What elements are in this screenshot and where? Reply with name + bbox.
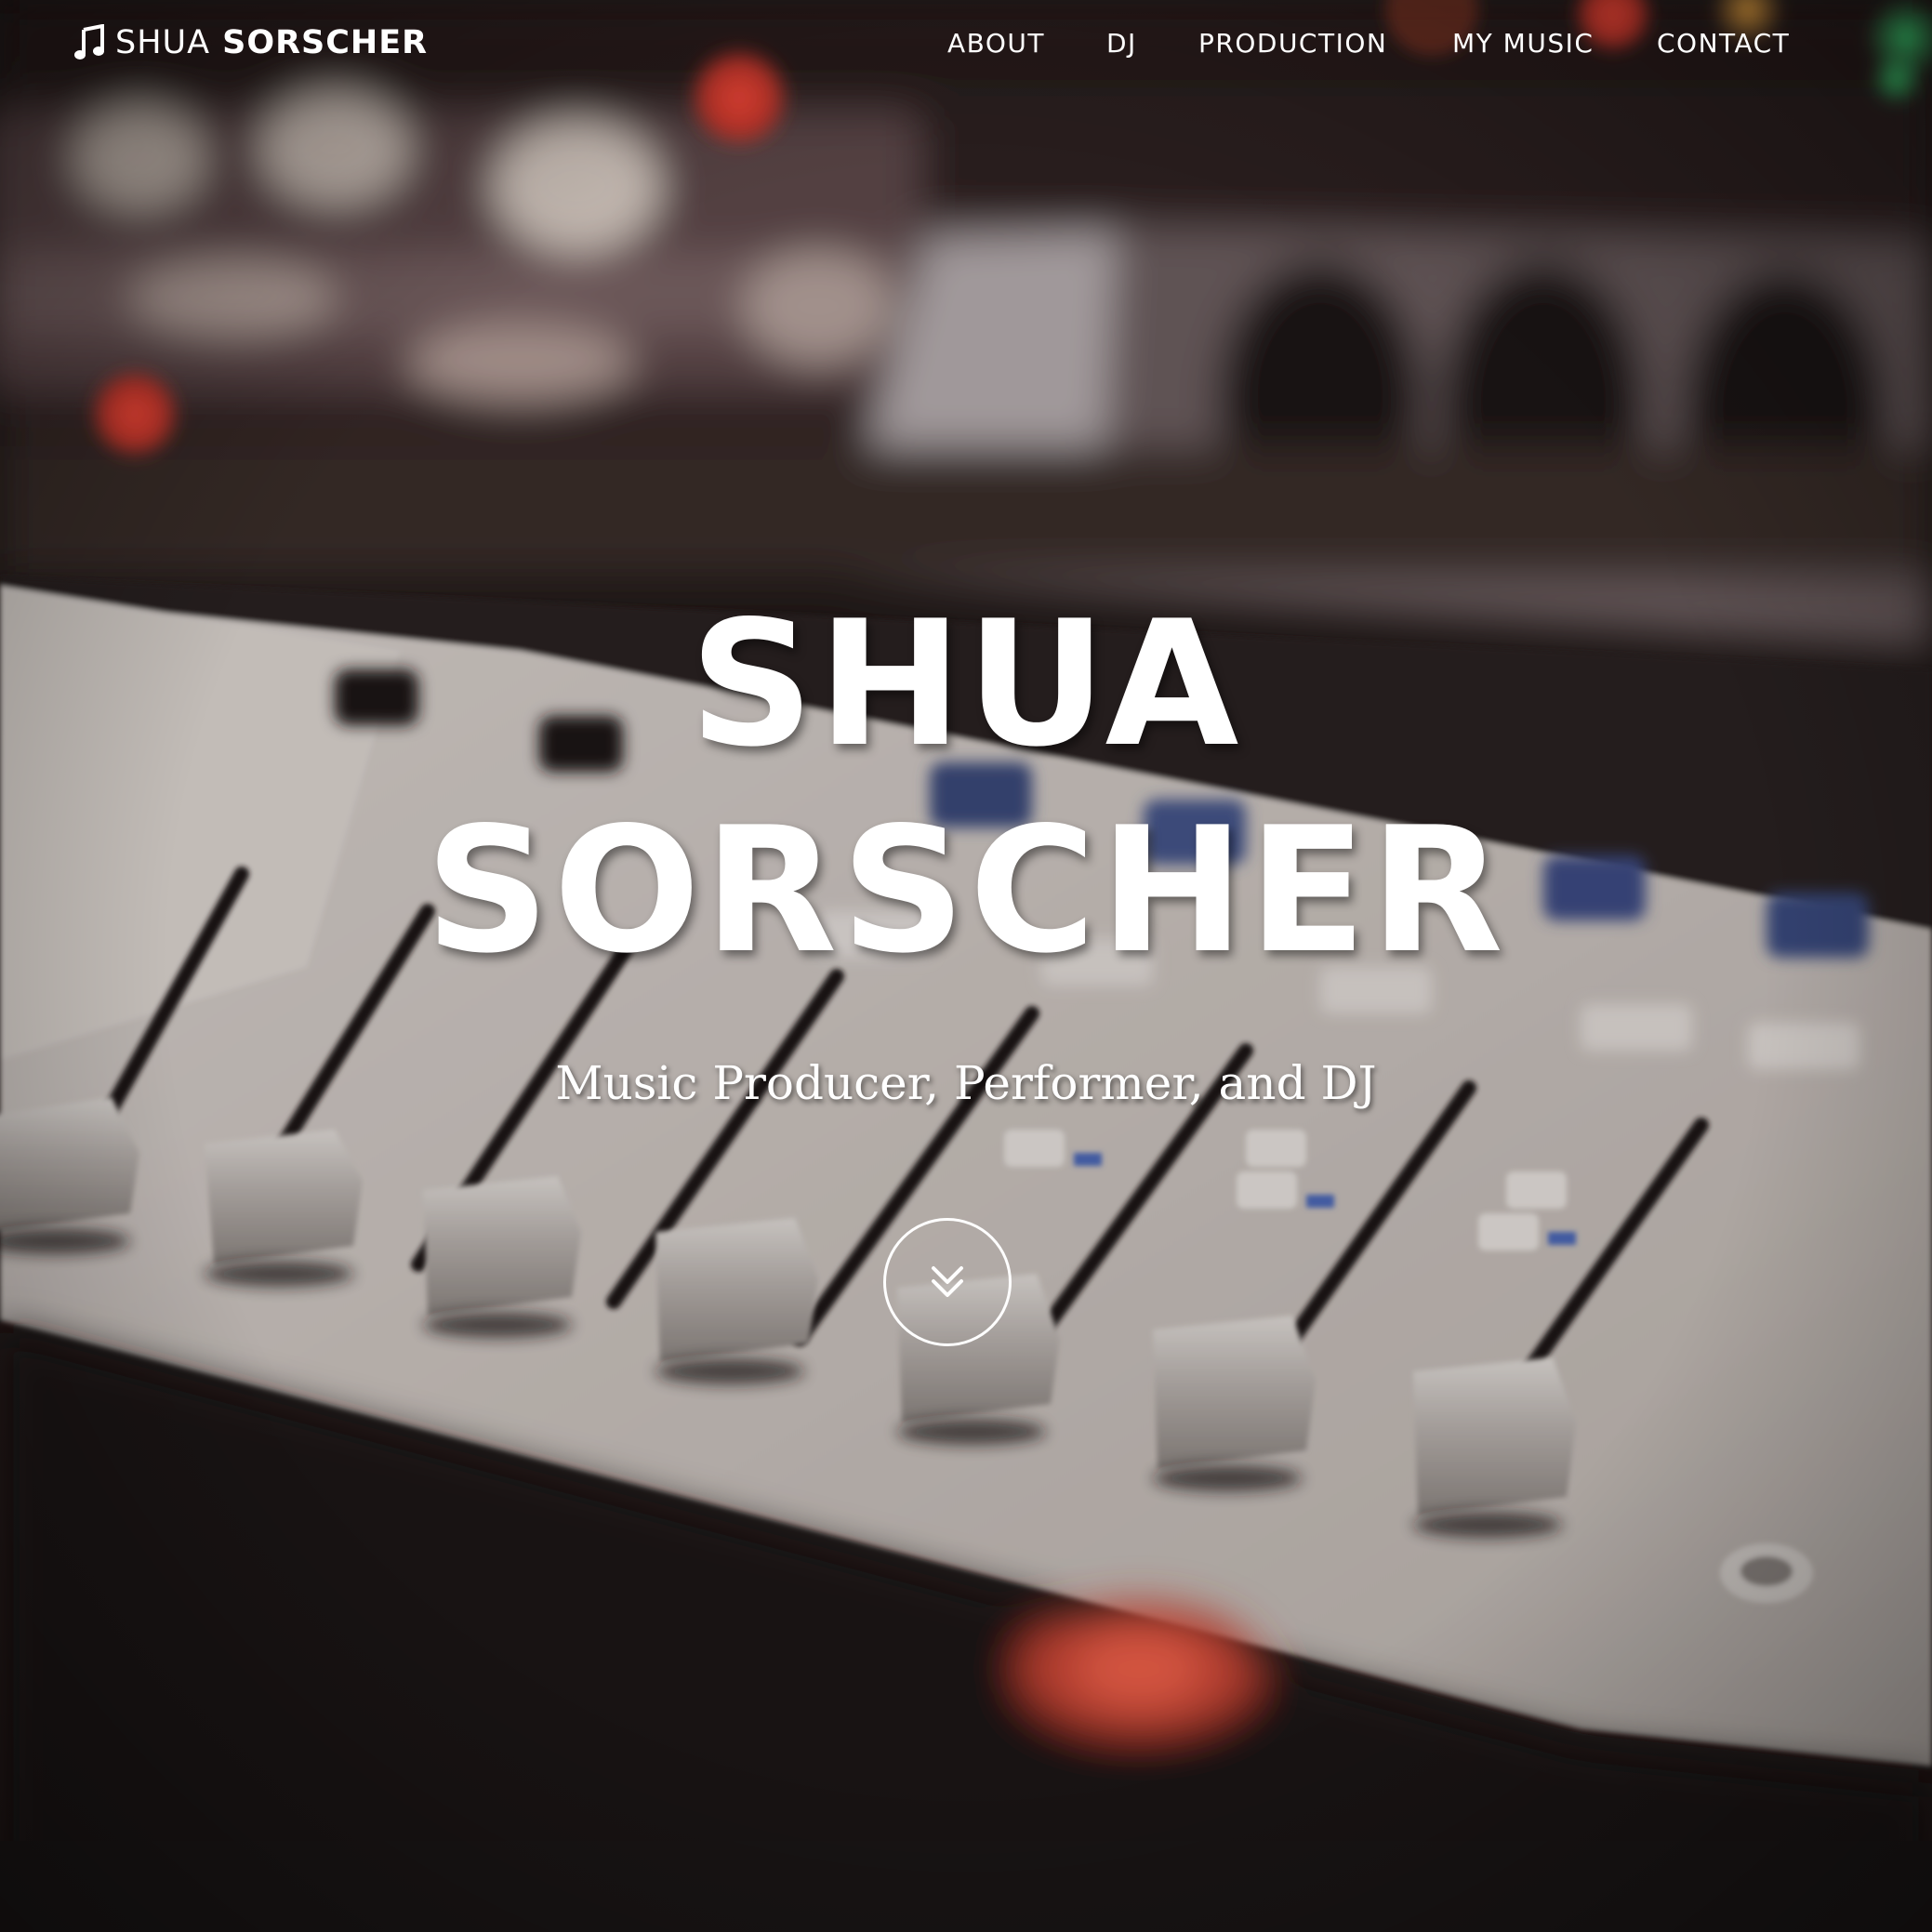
hero-title-line-1: SHUA [689,583,1243,785]
nav-link-production[interactable]: PRODUCTION [1198,28,1387,59]
nav-link-my-music[interactable]: MY MUSIC [1452,28,1594,59]
nav-menu: ABOUT DJ PRODUCTION MY MUSIC CONTACT [0,28,1932,65]
hero-title: SHUA SORSCHER [0,581,1932,994]
navbar: SHUA SORSCHER ABOUT DJ PRODUCTION MY MUS… [0,0,1932,93]
nav-link-dj[interactable]: DJ [1106,28,1137,59]
hero-title-line-2: SORSCHER [425,789,1507,991]
scroll-down-button[interactable] [883,1218,1012,1346]
nav-link-about[interactable]: ABOUT [947,28,1045,59]
page: SHUA SORSCHER ABOUT DJ PRODUCTION MY MUS… [0,0,1932,1932]
nav-link-contact[interactable]: CONTACT [1657,28,1790,59]
double-chevron-down-icon [932,1266,963,1297]
hero-subtitle: Music Producer, Performer, and DJ [555,1056,1377,1110]
